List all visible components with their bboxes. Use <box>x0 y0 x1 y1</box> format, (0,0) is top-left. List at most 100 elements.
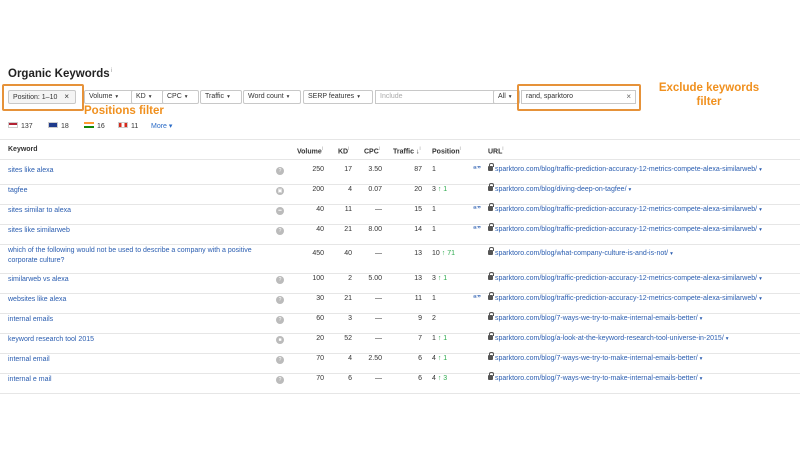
url-link[interactable]: sparktoro.com/blog/7-ways-we-try-to-make… <box>488 372 703 382</box>
keyword-link[interactable]: internal email <box>8 355 258 365</box>
more-countries-button[interactable]: More ▾ <box>151 122 172 130</box>
quote-icon[interactable]: “” <box>473 205 481 214</box>
keyword-link[interactable]: internal e mail <box>8 375 258 385</box>
keyword-link[interactable]: similarweb vs alexa <box>8 275 258 285</box>
column-keyword[interactable]: Keyword <box>8 146 38 153</box>
table-row[interactable]: keyword research tool 2015 ■ 20 52 — 7 1 ↑ 1 sp… <box>0 332 800 354</box>
table-row[interactable]: internal email? 70 4 2.50 6 4 ↑ 1 sparktoro.co… <box>0 352 800 374</box>
info-icon: i <box>502 146 504 152</box>
chevron-down-icon[interactable]: ▾ <box>700 356 703 362</box>
country-uk[interactable]: 18 <box>48 122 69 130</box>
chevron-down-icon: ▾ <box>148 94 152 100</box>
chevron-down-icon[interactable]: ▾ <box>759 167 762 173</box>
quote-icon[interactable]: “” <box>473 294 481 303</box>
quote-icon[interactable]: “” <box>473 225 481 234</box>
url-text: sparktoro.com/blog/diving-deep-on-tagfee… <box>495 186 627 193</box>
country-us[interactable]: 137 <box>8 122 33 130</box>
include-input[interactable]: Include <box>375 90 497 104</box>
chevron-down-icon[interactable]: ▾ <box>759 207 762 213</box>
url-link[interactable]: sparktoro.com/blog/7-ways-we-try-to-make… <box>488 352 703 362</box>
chevron-down-icon[interactable]: ▾ <box>759 227 762 233</box>
chevron-down-icon[interactable]: ▾ <box>759 296 762 302</box>
info-icon: i <box>348 146 350 152</box>
kd-value: 52 <box>344 335 352 342</box>
keyword-link[interactable]: sites similar to alexa <box>8 206 258 216</box>
url-link[interactable]: sparktoro.com/blog/a-look-at-the-keyword… <box>488 332 729 342</box>
kd-value: 6 <box>348 375 352 382</box>
url-link[interactable]: sparktoro.com/blog/traffic-prediction-ac… <box>488 223 762 233</box>
table-row[interactable]: sites like similarweb? 40 21 8.00 14 1 “” spar… <box>0 223 800 245</box>
chevron-down-icon[interactable]: ▾ <box>629 187 632 193</box>
keyword-link[interactable]: which of the following would not be used… <box>8 246 258 265</box>
serp-feature-icon[interactable]: ? <box>276 167 284 175</box>
country-ca[interactable]: 11 <box>118 122 138 130</box>
volume-value: 40 <box>316 226 324 233</box>
serp-feature-icon[interactable]: ? <box>276 376 284 384</box>
url-link[interactable]: sparktoro.com/blog/traffic-prediction-ac… <box>488 163 762 173</box>
serp-feature-icon[interactable]: ■ <box>276 336 284 344</box>
url-link[interactable]: sparktoro.com/blog/traffic-prediction-ac… <box>488 292 762 302</box>
lock-icon <box>488 312 494 320</box>
table-row[interactable]: similarweb vs alexa? 100 2 5.00 13 3 ↑ 1 spark… <box>0 272 800 294</box>
keyword-link[interactable]: keyword research tool 2015 <box>8 335 258 345</box>
column-traffic[interactable]: Traffic ↓i <box>393 146 421 155</box>
cpc-filter-label: CPC <box>167 93 182 100</box>
chevron-down-icon[interactable]: ▾ <box>700 376 703 382</box>
keyword-link[interactable]: sites like similarweb <box>8 226 258 236</box>
info-icon: i <box>321 146 323 152</box>
url-link[interactable]: sparktoro.com/blog/traffic-prediction-ac… <box>488 203 762 213</box>
country-in[interactable]: 16 <box>84 122 105 130</box>
table-row[interactable]: tagfee ▣ 200 4 0.07 20 3 ↑ 1 sparktoro.com/blog… <box>0 183 800 205</box>
traffic-value: 13 <box>414 250 422 257</box>
cpc-filter[interactable]: CPC ▾ <box>162 90 199 104</box>
serp-feature-icon[interactable]: ? <box>276 296 284 304</box>
position-value: 3 <box>432 275 436 282</box>
column-url[interactable]: URLi <box>488 146 504 155</box>
kd-value: 17 <box>344 166 352 173</box>
keyword-link[interactable]: websites like alexa <box>8 295 258 305</box>
url-link[interactable]: sparktoro.com/blog/diving-deep-on-tagfee… <box>488 183 632 193</box>
column-position[interactable]: Positioni <box>432 146 461 155</box>
column-cpc[interactable]: CPCi <box>364 146 380 155</box>
url-text: sparktoro.com/blog/7-ways-we-try-to-make… <box>495 375 698 382</box>
chevron-down-icon[interactable]: ▾ <box>700 316 703 322</box>
positions-highlight-box <box>2 84 84 111</box>
column-volume[interactable]: Volumei <box>297 146 323 155</box>
traffic-filter[interactable]: Traffic ▾ <box>200 90 242 104</box>
quote-icon[interactable]: “” <box>473 165 481 174</box>
kd-filter[interactable]: KD ▾ <box>131 90 164 104</box>
chevron-down-icon[interactable]: ▾ <box>670 251 673 257</box>
keyword-link[interactable]: sites like alexa <box>8 166 258 176</box>
column-kd[interactable]: KDi <box>338 146 349 155</box>
column-position-label: Position <box>432 148 460 156</box>
info-icon[interactable]: i <box>111 68 112 74</box>
table-row[interactable]: sites similar to alexa •• 40 11 — 15 1 “” spark… <box>0 203 800 225</box>
chevron-down-icon[interactable]: ▾ <box>759 276 762 282</box>
chevron-down-icon[interactable]: ▾ <box>726 336 729 342</box>
traffic-filter-label: Traffic <box>205 93 225 100</box>
volume-filter[interactable]: Volume ▾ <box>84 90 135 104</box>
match-all-select[interactable]: All ▾ <box>493 90 520 104</box>
table-row[interactable]: which of the following would not be used… <box>0 245 800 274</box>
serp-feature-icon[interactable]: •• <box>276 207 284 215</box>
table-row[interactable]: websites like alexa? 30 21—11 1 “” sparktoro… <box>0 292 800 314</box>
keyword-link[interactable]: tagfee <box>8 186 258 196</box>
serp-feature-icon[interactable]: ? <box>276 276 284 284</box>
table-row[interactable]: sites like alexa? 250 17 3.50 87 1 “” sparktor… <box>0 163 800 185</box>
keyword-link[interactable]: internal emails <box>8 315 258 325</box>
chevron-down-icon: ▾ <box>508 94 512 100</box>
table-row[interactable]: internal e mail? 70 6 — 6 4 ↑ 3 sparktoro.com/… <box>0 372 800 394</box>
serp-feature-icon[interactable]: ? <box>276 356 284 364</box>
url-link[interactable]: sparktoro.com/blog/what-company-culture-… <box>488 247 673 257</box>
serp-features-filter[interactable]: SERP features ▾ <box>303 90 373 104</box>
serp-feature-icon[interactable]: ? <box>276 316 284 324</box>
traffic-value: 9 <box>418 315 422 322</box>
url-text: sparktoro.com/blog/7-ways-we-try-to-make… <box>495 355 698 362</box>
url-link[interactable]: sparktoro.com/blog/traffic-prediction-ac… <box>488 272 762 282</box>
word-count-filter[interactable]: Word count ▾ <box>243 90 301 104</box>
serp-feature-icon[interactable]: ? <box>276 227 284 235</box>
position-value: 2 <box>432 315 436 322</box>
url-link[interactable]: sparktoro.com/blog/7-ways-we-try-to-make… <box>488 312 703 322</box>
serp-feature-icon[interactable]: ▣ <box>276 187 284 195</box>
table-row[interactable]: internal emails? 60 3 — 9 2 sparktoro.com/blo… <box>0 312 800 334</box>
